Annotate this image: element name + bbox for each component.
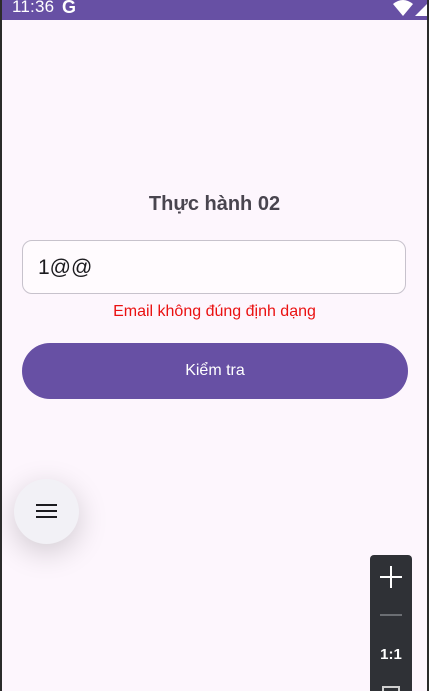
check-button[interactable]: Kiểm tra [22, 343, 408, 399]
plus-icon[interactable] [380, 566, 402, 588]
status-bar: 11:36 G [2, 0, 427, 20]
google-icon: G [62, 0, 77, 17]
signal-icon [415, 4, 427, 16]
wifi-icon [393, 0, 413, 16]
menu-fab-button[interactable] [14, 479, 79, 544]
email-field[interactable]: 1@@ [22, 240, 406, 294]
status-time: 11:36 [12, 0, 55, 16]
app-screen: 11:36 G Thực hành 02 1@@ Email không đún… [0, 0, 429, 691]
page-title: Thực hành 02 [148, 193, 281, 215]
minus-icon[interactable] [380, 613, 402, 617]
fit-screen-icon[interactable] [382, 686, 400, 691]
zoom-controls: 1:1 [370, 555, 412, 691]
menu-icon [36, 504, 57, 518]
zoom-ratio-button[interactable]: 1:1 [370, 646, 412, 663]
email-error-message: Email không đúng định dạng [113, 303, 316, 320]
email-field-value: 1@@ [38, 256, 93, 279]
